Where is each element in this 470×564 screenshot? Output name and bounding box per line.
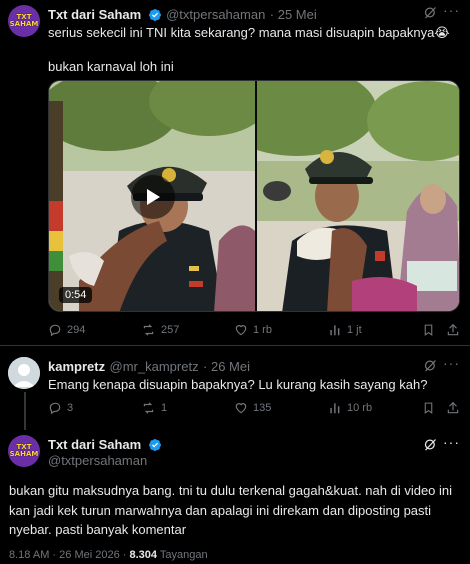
more-options-icon[interactable]: ··· <box>443 434 460 450</box>
retweet-count: 257 <box>161 324 180 336</box>
bookmark-icon[interactable] <box>422 401 440 415</box>
author-avatar[interactable]: TXT SAHAM <box>8 435 40 467</box>
retweet-button[interactable]: 1 <box>141 401 167 415</box>
reply-button[interactable]: 294 <box>48 323 85 337</box>
more-options-icon[interactable]: ··· <box>443 355 460 371</box>
views-button[interactable]: 1 jt <box>328 323 362 337</box>
author-avatar[interactable]: TXT SAHAM <box>8 5 40 37</box>
tweet-timestamp-row: 8.18 AM · 26 Mei 2026 · 8.304 Tayangan <box>9 549 208 561</box>
play-button[interactable] <box>131 175 175 219</box>
more-options-icon[interactable]: ··· <box>443 2 460 18</box>
reply-count: 294 <box>67 324 86 336</box>
retweet-count: 1 <box>161 402 168 414</box>
author-name[interactable]: Txt dari Saham <box>48 437 141 452</box>
video-duration: 0:54 <box>59 287 93 303</box>
reply-author-handle[interactable]: @mr_kampretz <box>110 359 199 374</box>
dot-separator: · <box>203 359 211 374</box>
retweet-icon <box>143 324 154 336</box>
views-icon <box>330 403 340 414</box>
tweet-date[interactable]: 25 Mei <box>278 7 317 22</box>
like-button[interactable]: 1 rb <box>234 323 272 337</box>
views-icon <box>330 325 340 336</box>
reply-header: kampretz @mr_kampretz · 26 Mei <box>48 358 250 376</box>
video-media[interactable]: 0:54 <box>48 80 460 312</box>
reply-icon <box>49 324 61 337</box>
tweet-full-date[interactable]: 26 Mei 2026 <box>59 549 120 561</box>
verified-badge-icon <box>148 438 162 457</box>
like-button[interactable]: 135 <box>234 401 271 415</box>
views-count[interactable]: 8.304 <box>130 549 158 561</box>
video-right-frame <box>257 81 459 311</box>
reply-icon <box>49 402 61 415</box>
thread-line <box>24 392 26 430</box>
heart-icon <box>235 403 247 414</box>
reply-author-name[interactable]: kampretz <box>48 359 105 374</box>
reply-date[interactable]: 26 Mei <box>211 359 250 374</box>
grok-icon[interactable] <box>423 5 438 25</box>
author-handle[interactable]: @txtpersahaman <box>166 7 265 22</box>
views-label: Tayangan <box>159 549 208 561</box>
author-handle[interactable]: @txtpersahaman <box>48 453 147 468</box>
author-name[interactable]: Txt dari Saham <box>48 7 141 22</box>
avatar-logo-text: TXT SAHAM <box>9 443 39 458</box>
divider <box>0 345 470 346</box>
bookmark-icon[interactable] <box>422 323 440 337</box>
grok-icon[interactable] <box>423 358 438 378</box>
heart-icon <box>235 325 247 336</box>
like-count: 1 rb <box>253 324 272 336</box>
share-icon[interactable] <box>446 401 465 415</box>
reply-text: Emang kenapa disuapin bapaknya? Lu kuran… <box>48 377 428 392</box>
reply-count: 3 <box>67 402 74 414</box>
tweet-text-line1: serius sekecil ini TNI kita sekarang? ma… <box>48 25 450 40</box>
dot-separator: · <box>269 7 278 22</box>
tweet-text-line2: bukan karnaval loh ini <box>48 59 174 74</box>
views-button[interactable]: 10 rb <box>328 401 372 415</box>
view-count: 1 jt <box>347 324 362 336</box>
focused-tweet-text: bukan gitu maksudnya bang. tni tu dulu t… <box>9 483 453 537</box>
retweet-icon <box>143 402 154 414</box>
tweet-time[interactable]: 8.18 AM <box>9 549 49 561</box>
grok-icon[interactable] <box>423 437 438 457</box>
like-count: 135 <box>253 402 272 414</box>
reply-button[interactable]: 3 <box>48 401 73 415</box>
reply-author-avatar[interactable] <box>8 357 40 389</box>
share-icon[interactable] <box>446 323 465 337</box>
retweet-button[interactable]: 257 <box>141 323 179 337</box>
dot-separator: · <box>122 549 130 561</box>
view-count: 10 rb <box>347 402 373 414</box>
avatar-logo-text: TXT SAHAM <box>9 13 39 28</box>
